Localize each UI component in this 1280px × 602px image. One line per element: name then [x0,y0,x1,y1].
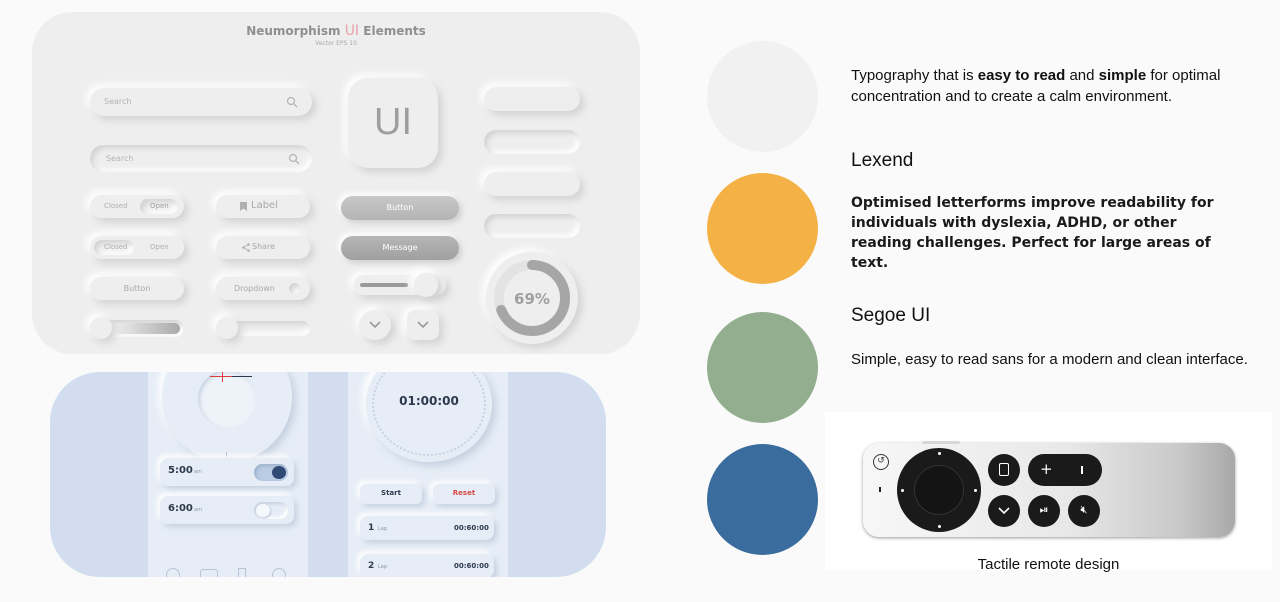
mute-button[interactable]: 🔇︎ [1068,495,1100,527]
tab-icon[interactable] [272,568,286,577]
pill-inset-1[interactable] [484,130,580,154]
toggle-knob [272,466,286,479]
swatch-blue [707,444,818,555]
font-desc-segoe: Simple, easy to read sans for a modern a… [851,351,1248,368]
pill-inset-2[interactable] [484,214,580,238]
pill-raised-1[interactable] [484,87,580,111]
toggle-knob [256,504,270,517]
tab-icon[interactable] [238,568,246,577]
panel-subtitle: Vector EPS 10 [315,40,357,47]
mute-icon: 🔇︎ [1080,503,1088,516]
alarm-screen: 5:00 am 6:00 am [148,372,308,577]
swatch-orange [707,173,818,284]
minus-icon [1081,466,1083,474]
clock-hand [232,376,252,377]
label-button[interactable]: Label [216,195,310,218]
pill-raised-2[interactable] [484,172,580,196]
dot-down [938,525,941,528]
clickpad-center[interactable] [914,465,964,515]
slider-knob[interactable] [414,273,438,297]
plain-slider[interactable] [216,317,310,339]
toggle-selected[interactable]: Open [140,199,178,214]
mini-slider-fill [360,283,408,287]
start-button[interactable]: Start [360,484,422,504]
timer-ticks [372,372,486,456]
play-pause-icon: ⏯ [1039,503,1049,516]
remote-body: ↺ + ⏯ 🔇︎ [863,441,1235,537]
remote-section: ↺ + ⏯ 🔇︎ Tactile remote design [825,412,1272,573]
toggle-selected[interactable]: Closed [94,240,134,255]
remote-caption: Tactile remote design [977,556,1120,573]
search-icon [288,153,300,165]
ui-tile[interactable]: UI [348,78,438,168]
segmented-toggle[interactable]: Closed Open [90,195,184,218]
volume-rocker[interactable]: + [1028,454,1102,486]
progress-ring: 69% [486,252,578,344]
share-icon [242,243,250,252]
chevron-round-button[interactable] [359,310,391,340]
slider-knob[interactable] [216,317,238,339]
font-desc-lexend: Optimised letterforms improve readabilit… [851,195,1214,271]
tv-icon [999,463,1009,476]
clickpad[interactable] [897,448,981,532]
search-icon [286,96,298,108]
segmented-toggle[interactable]: Closed Open [90,236,184,259]
plain-button[interactable]: Button [90,277,184,300]
font-name-lexend: Lexend [851,150,914,171]
alarm-toggle-on[interactable] [254,464,288,481]
font-name-segoe: Segoe UI [851,305,931,326]
back-button[interactable] [988,495,1020,527]
typography-intro: Typography that is easy to read and simp… [851,67,1221,105]
alarm-toggle-off[interactable] [254,502,288,519]
dot-left [901,489,904,492]
remote-top-edge [922,441,960,444]
clock-panel: 5:00 am 6:00 am 01:00:00 Start Reset 1 L… [50,372,606,577]
panel-title: Neumorphism UI Elements [246,23,426,39]
search-input-inset[interactable]: Search [90,145,312,172]
power-icon[interactable]: ↺ [873,454,889,470]
dropdown[interactable]: Dropdown [216,277,310,300]
alarm-row[interactable]: 5:00 am [160,458,294,486]
chevron-square-button[interactable] [407,310,439,340]
chevron-down-icon [289,283,300,294]
gray-button[interactable]: Button [341,196,459,220]
share-button[interactable]: Share [216,236,310,259]
plus-icon: + [1040,460,1053,478]
dot-right [974,489,977,492]
timer-screen: 01:00:00 Start Reset 1 Lap 00:60:00 2 La… [348,372,508,577]
clock-dial [162,372,292,462]
play-pause-button[interactable]: ⏯ [1028,495,1060,527]
message-button[interactable]: Message [341,236,459,260]
indicator-light [879,487,881,492]
lap-row: 2 Lap 00:60:00 [360,554,494,577]
gradient-slider[interactable] [90,317,184,339]
chevron-down-icon [998,507,1010,515]
chevron-down-icon [369,321,381,329]
timer-dial: 01:00:00 [366,372,492,462]
chevron-down-icon [417,321,429,329]
slider-knob[interactable] [90,317,112,339]
alarm-row[interactable]: 6:00 am [160,496,294,524]
bookmark-icon [240,202,247,211]
tab-icon[interactable] [200,569,218,577]
clock-face [198,372,256,428]
dot-up [938,452,941,455]
neumorphism-panel: Neumorphism UI Elements Vector EPS 10 Se… [32,12,640,354]
tv-button[interactable] [988,454,1020,486]
search-input[interactable]: Search [90,88,312,116]
tab-icon[interactable] [166,568,180,577]
swatch-light [707,41,818,152]
swatch-green [707,312,818,423]
reset-button[interactable]: Reset [433,484,495,504]
lap-row: 1 Lap 00:60:00 [360,516,494,540]
slider-fill [114,323,180,334]
clock-hand-red [222,372,223,382]
mini-slider[interactable] [354,273,446,297]
